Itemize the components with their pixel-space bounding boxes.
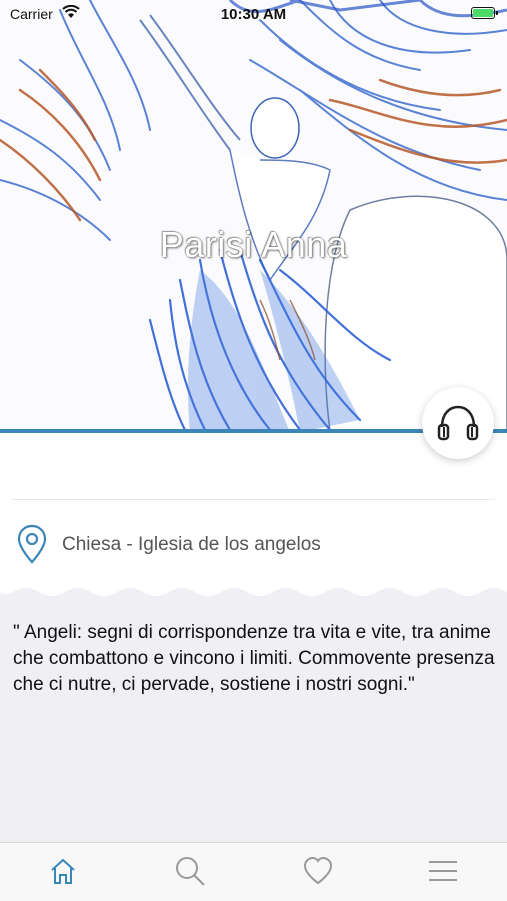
home-icon [51, 858, 75, 884]
battery-icon [471, 7, 498, 19]
tab-search[interactable] [170, 853, 210, 889]
angel-illustration [0, 0, 507, 432]
tab-home[interactable] [43, 853, 83, 889]
divider [12, 499, 495, 500]
tab-bar [0, 842, 507, 901]
location-label: Chiesa - Iglesia de los angelos [62, 534, 321, 555]
menu-icon [429, 861, 457, 881]
hero-artwork: Parisi Anna [0, 0, 507, 432]
artist-name: Parisi Anna [159, 224, 348, 265]
tab-favorites[interactable] [298, 853, 338, 889]
artwork-description: " Angeli: segni di corrispondenze tra vi… [13, 622, 495, 695]
headphones-icon [437, 405, 479, 441]
search-icon [176, 857, 205, 886]
wave-divider [0, 582, 507, 596]
clock: 10:30 AM [220, 6, 287, 23]
audio-guide-button[interactable] [422, 387, 494, 459]
tab-menu[interactable] [423, 853, 463, 889]
status-bar: Carrier 10:30 AM [0, 0, 507, 28]
description-panel: " Angeli: segni di corrispondenze tra vi… [0, 582, 507, 842]
heart-icon [303, 856, 333, 885]
location-row[interactable]: Chiesa - Iglesia de los angelos [0, 522, 507, 566]
location-pin-icon [17, 524, 47, 564]
